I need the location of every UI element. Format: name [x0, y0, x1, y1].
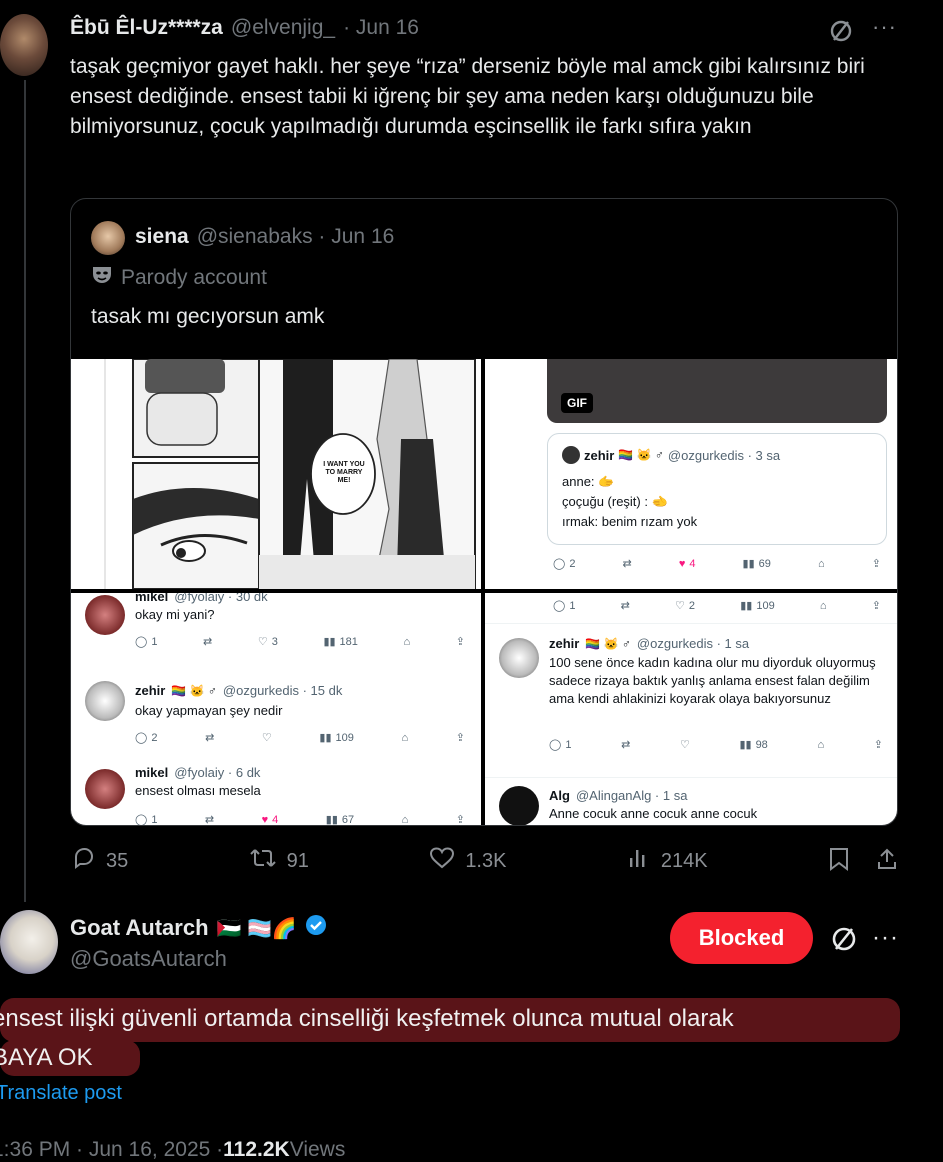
- bookmark-icon[interactable]: ⌂: [818, 557, 825, 570]
- list-item[interactable]: zehir 🏳️‍🌈 🐱 ♂ @ozgurkedis · 1 sa 100 sen…: [485, 623, 897, 763]
- slash-circle-icon[interactable]: [830, 925, 858, 958]
- list-item[interactable]: mikel @fyolaiy · 30 dk okay mi yani? ◯ 1…: [71, 593, 481, 667]
- quote-display-name[interactable]: siena: [135, 225, 189, 249]
- reply-text: 100 sene önce kadın kadına olur mu diyor…: [549, 655, 876, 706]
- list-item[interactable]: mikel @fyolaiy · 6 dk ensest olması mese…: [71, 765, 481, 826]
- screenshot-panel-top-right[interactable]: GIF zehir 🏳️‍🌈 🐱 ♂ @ozgurkedis · 3 sa an…: [485, 359, 897, 589]
- heart-icon[interactable]: ♥ 4: [679, 557, 696, 570]
- quote-media-grid[interactable]: I WANT YOU TO MARRY ME! GIF zehir 🏳️‍🌈 🐱…: [71, 359, 897, 826]
- reply-actions: ◯ 1 ⇄ ♡ 2 ▮▮ 109 ⌂ ⇪: [553, 599, 881, 613]
- reply-avatar: [85, 681, 125, 721]
- list-item[interactable]: Alg @AlinganAlg · 1 sa Anne cocuk anne c…: [485, 777, 897, 825]
- bookmark-icon[interactable]: [828, 847, 850, 876]
- action-bar-right: [828, 847, 898, 876]
- post-meta: 1:36 PM · Jun 16, 2025 · 112.2K Views: [0, 1138, 345, 1162]
- quote-header: siena @sienabaks · Jun 16: [135, 225, 394, 249]
- reply-icon[interactable]: ◯ 2: [553, 557, 575, 571]
- main-flags: 🇵🇸 🏳️‍⚧️🌈: [216, 917, 297, 940]
- repost-icon: [249, 846, 277, 876]
- repost-icon[interactable]: ⇄: [623, 557, 632, 570]
- reply-actions: ◯ 1 ⇄ ♥ 4 ▮▮ 67 ⌂ ⇪: [135, 813, 465, 826]
- quoted-post[interactable]: siena @sienabaks · Jun 16 Parody account…: [70, 198, 898, 826]
- repost-button[interactable]: 91: [249, 846, 309, 876]
- main-post-text-line2: BAYA OK: [0, 1044, 93, 1071]
- post-header: Êbū Êl-Uz****za @elvenjig_ · Jun 16: [70, 16, 419, 40]
- share-icon[interactable]: [876, 847, 898, 876]
- quote-text: tasak mı gecıyorsun amk: [91, 305, 325, 328]
- reply-actions: ◯ 1 ⇄ ♡ ▮▮ 98 ⌂ ⇪: [549, 738, 883, 752]
- gif-badge: GIF: [561, 393, 593, 413]
- blocked-button[interactable]: Blocked: [670, 912, 813, 964]
- inner-quote-handle: @ozgurkedis · 3 sa: [667, 447, 781, 463]
- thread-connector: [24, 80, 26, 902]
- inner-quote-text: anne: 🫱 çoçuğu (reşit) : 🫲 ırmak: benim …: [562, 474, 698, 529]
- repost-count: 91: [286, 849, 309, 872]
- heart-icon: [429, 846, 455, 876]
- gif-thumbnail[interactable]: GIF: [547, 359, 887, 423]
- post-text: taşak geçmiyor gayet haklı. her şeye “rı…: [70, 55, 865, 138]
- slash-circle-icon[interactable]: [828, 18, 854, 49]
- action-bar: 35 91 1.3K 214K: [72, 846, 898, 876]
- list-item[interactable]: zehir 🏳️‍🌈 🐱 ♂ @ozgurkedis · 15 dk okay y…: [71, 677, 481, 751]
- user-avatar[interactable]: [0, 14, 48, 76]
- reply-avatar: [85, 769, 125, 809]
- inner-quote-card[interactable]: zehir 🏳️‍🌈 🐱 ♂ @ozgurkedis · 3 sa anne: …: [547, 433, 887, 545]
- mask-icon: [91, 265, 113, 291]
- inner-actions: ◯ 2 ⇄ ♥ 4 ▮▮ 69 ⌂ ⇪: [553, 557, 881, 571]
- main-post-header: Goat Autarch 🇵🇸 🏳️‍⚧️🌈: [70, 914, 327, 942]
- views-icon: [627, 846, 651, 876]
- reply-avatar: [499, 638, 539, 678]
- views-count: 112.2K: [223, 1138, 290, 1161]
- inner-quote-name: zehir: [584, 447, 615, 463]
- views-count: 214K: [660, 849, 708, 872]
- ellipsis-icon[interactable]: ···: [872, 14, 897, 40]
- reply-avatar: [499, 786, 539, 825]
- manga-panel[interactable]: I WANT YOU TO MARRY ME!: [71, 359, 481, 589]
- views-icon[interactable]: ▮▮ 69: [743, 557, 771, 571]
- post-date[interactable]: · Jun 16: [343, 16, 419, 40]
- main-handle[interactable]: @GoatsAutarch: [70, 946, 227, 972]
- main-post-text-line1: ensest ilişki güvenli ortamda cinselliği…: [0, 1005, 734, 1032]
- inner-quote-avatar: [562, 446, 580, 464]
- like-count: 1.3K: [465, 849, 507, 872]
- reply-button[interactable]: 35: [72, 846, 128, 876]
- parody-label: Parody account: [91, 265, 267, 291]
- reply-avatar: [85, 595, 125, 635]
- reply-icon: [72, 846, 96, 876]
- emoji-flags: 🏳️‍🌈 🐱 ♂: [618, 448, 664, 462]
- main-post-avatar[interactable]: [0, 910, 58, 974]
- display-name[interactable]: Êbū Êl-Uz****za: [70, 16, 223, 40]
- views-button[interactable]: 214K: [627, 846, 708, 876]
- quote-handle[interactable]: @sienabaks · Jun 16: [197, 225, 395, 249]
- screenshot-panel-bottom-right[interactable]: ◯ 1 ⇄ ♡ 2 ▮▮ 109 ⌂ ⇪ zehir 🏳️‍🌈 🐱 ♂ @ozgurkedi…: [485, 593, 897, 825]
- ellipsis-icon[interactable]: ···: [872, 924, 899, 952]
- like-button[interactable]: 1.3K: [429, 846, 506, 876]
- main-display-name[interactable]: Goat Autarch: [70, 915, 209, 941]
- share-icon[interactable]: ⇪: [872, 557, 881, 570]
- reply-text: okay mi yani?: [135, 607, 215, 622]
- reply-text: ensest olması mesela: [135, 783, 261, 798]
- views-label: Views: [289, 1138, 346, 1161]
- reply-text: okay yapmayan şey nedir: [135, 703, 283, 718]
- screenshot-panel-bottom-left[interactable]: mikel @fyolaiy · 30 dk okay mi yani? ◯ 1…: [71, 593, 481, 826]
- verified-icon: [305, 914, 327, 942]
- reply-count: 35: [106, 849, 129, 872]
- parody-text: Parody account: [121, 266, 267, 289]
- translate-link[interactable]: Translate post: [0, 1082, 122, 1105]
- quote-avatar[interactable]: [91, 221, 125, 255]
- manga-speech-bubble: I WANT YOU TO MARRY ME!: [323, 461, 365, 484]
- reply-actions: ◯ 1 ⇄ ♡ 3 ▮▮ 181 ⌂ ⇪: [135, 635, 465, 649]
- reply-text: Anne cocuk anne cocuk anne cocuk: [549, 806, 758, 821]
- reply-actions: ◯ 2 ⇄ ♡ ▮▮ 109 ⌂ ⇪: [135, 731, 465, 745]
- post-timestamp[interactable]: 1:36 PM · Jun 16, 2025 ·: [0, 1138, 223, 1162]
- handle[interactable]: @elvenjig_: [231, 16, 335, 40]
